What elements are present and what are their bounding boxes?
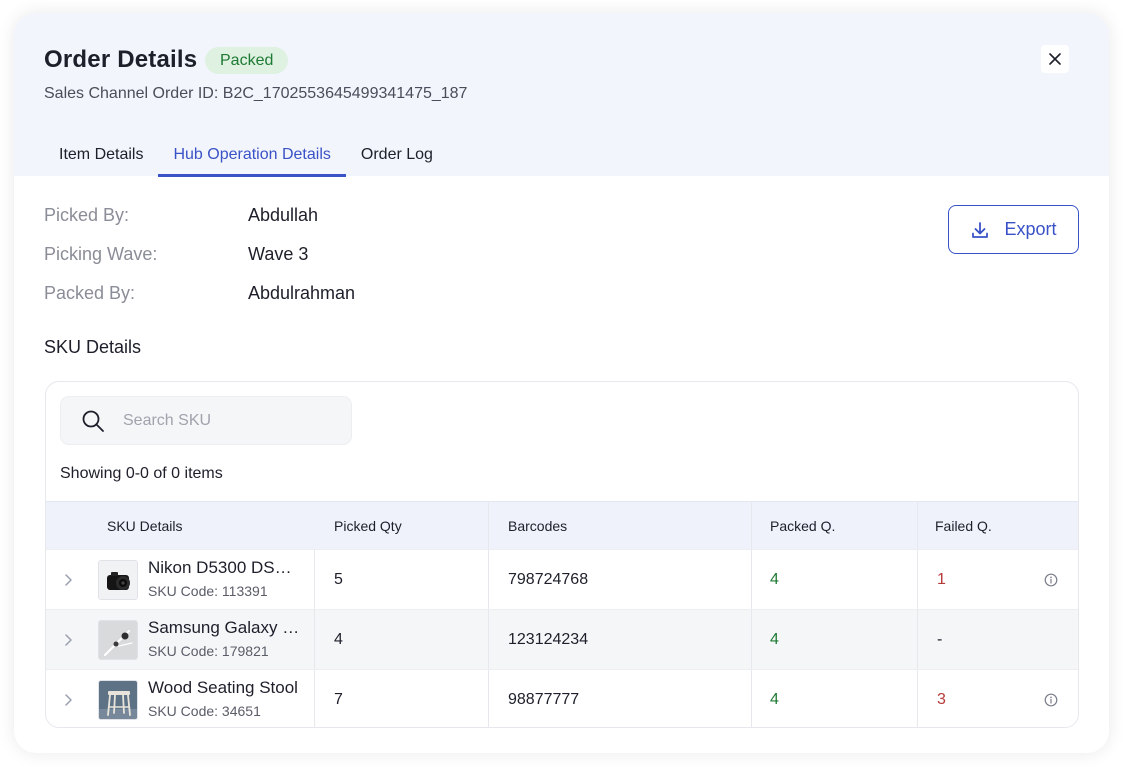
column-divider	[488, 610, 489, 669]
stool-icon	[99, 681, 137, 719]
failed-qty-cell: 3	[937, 690, 946, 708]
camera-icon	[99, 561, 137, 599]
packed-qty-cell: 4	[770, 690, 779, 708]
modal-header: Order Details Packed Sales Channel Order…	[14, 13, 1109, 177]
failed-qty-cell: -	[937, 630, 943, 648]
order-id-label: Sales Channel Order ID:	[44, 85, 219, 102]
packed-by-value: Abdulrahman	[248, 283, 356, 303]
failed-qty-cell: 1	[937, 570, 946, 588]
col-barcodes: Barcodes	[508, 518, 568, 534]
column-divider	[917, 670, 918, 727]
barcode-cell: 123124234	[508, 630, 589, 648]
picked-by-label: Picked By:	[44, 205, 130, 225]
sku-name: Nikon D5300 DSLR Camera	[148, 558, 300, 577]
tab-item-details[interactable]: Item Details	[44, 139, 158, 177]
column-divider	[488, 670, 489, 727]
expand-row-button[interactable]	[64, 610, 74, 669]
column-divider	[751, 550, 752, 609]
column-divider	[917, 550, 918, 609]
column-divider	[314, 550, 315, 609]
sku-name: Samsung Galaxy Earbuds	[148, 618, 300, 637]
search-input[interactable]	[123, 409, 333, 433]
barcode-cell: 798724768	[508, 570, 589, 588]
sku-code: SKU Code: 34651	[148, 703, 261, 719]
product-thumbnail	[98, 620, 138, 660]
col-failed-qty: Failed Q.	[935, 518, 992, 534]
table-header: SKU Details Picked Qty Barcodes Packed Q…	[46, 501, 1078, 549]
barcode-cell: 98877777	[508, 690, 580, 708]
tab-hub-operation-details[interactable]: Hub Operation Details	[158, 139, 346, 177]
info-icon[interactable]	[1044, 550, 1058, 609]
table-row[interactable]: Samsung Galaxy Earbuds SKU Code: 179821 …	[46, 609, 1078, 669]
column-divider	[917, 502, 918, 549]
table-row[interactable]: Nikon D5300 DSLR Camera SKU Code: 113391…	[46, 549, 1078, 609]
tab-order-log[interactable]: Order Log	[346, 139, 448, 177]
column-divider	[751, 610, 752, 669]
search-icon	[82, 410, 104, 432]
showing-count: Showing 0-0 of 0 items	[60, 465, 223, 482]
packed-by-label: Packed By:	[44, 283, 136, 303]
picked-qty-cell: 4	[334, 630, 343, 648]
expand-row-button[interactable]	[64, 670, 74, 727]
col-sku-details: SKU Details	[107, 518, 183, 534]
chevron-right-icon	[65, 573, 72, 586]
expand-row-button[interactable]	[64, 550, 74, 609]
export-button[interactable]: Export	[948, 205, 1079, 254]
column-divider	[314, 610, 315, 669]
close-button[interactable]	[1041, 45, 1069, 73]
sku-details-title: SKU Details	[44, 337, 142, 357]
download-icon	[972, 221, 989, 238]
col-packed-qty: Packed Q.	[770, 518, 836, 534]
column-divider	[917, 610, 918, 669]
table-row[interactable]: Wood Seating Stool SKU Code: 34651 7 988…	[46, 669, 1078, 727]
column-divider	[751, 502, 752, 549]
sales-channel-order-id: Sales Channel Order ID: B2C_170255364549…	[44, 85, 467, 103]
earbuds-icon	[99, 621, 137, 659]
picking-wave-value: Wave 3	[248, 244, 309, 264]
column-divider	[314, 670, 315, 727]
info-icon[interactable]	[1044, 670, 1058, 727]
sku-code: SKU Code: 113391	[148, 583, 268, 599]
packed-qty-cell: 4	[770, 630, 779, 648]
chevron-right-icon	[65, 693, 72, 706]
picking-wave-label: Picking Wave:	[44, 244, 158, 264]
order-details-modal: Order Details Packed Sales Channel Order…	[14, 13, 1109, 753]
sku-code: SKU Code: 179821	[148, 643, 269, 659]
status-badge: Packed	[205, 47, 289, 74]
col-picked-qty: Picked Qty	[334, 518, 402, 534]
export-button-label: Export	[1004, 219, 1057, 239]
column-divider	[488, 502, 489, 549]
search-box	[60, 396, 352, 445]
picked-qty-cell: 5	[334, 570, 343, 588]
product-thumbnail	[98, 680, 138, 720]
chevron-right-icon	[65, 633, 72, 646]
sku-name: Wood Seating Stool	[148, 678, 298, 697]
sku-table-card: Showing 0-0 of 0 items SKU Details Picke…	[45, 381, 1079, 728]
picked-by-value: Abdullah	[248, 205, 319, 225]
picked-qty-cell: 7	[334, 690, 343, 708]
column-divider	[488, 550, 489, 609]
close-icon	[1049, 53, 1061, 65]
order-id-value: B2C_1702553645499341475_187	[222, 85, 468, 102]
column-divider	[751, 670, 752, 727]
page-title: Order Details	[44, 46, 198, 73]
product-thumbnail	[98, 560, 138, 600]
packed-qty-cell: 4	[770, 570, 779, 588]
tab-bar: Item Details Hub Operation Details Order…	[44, 139, 448, 177]
